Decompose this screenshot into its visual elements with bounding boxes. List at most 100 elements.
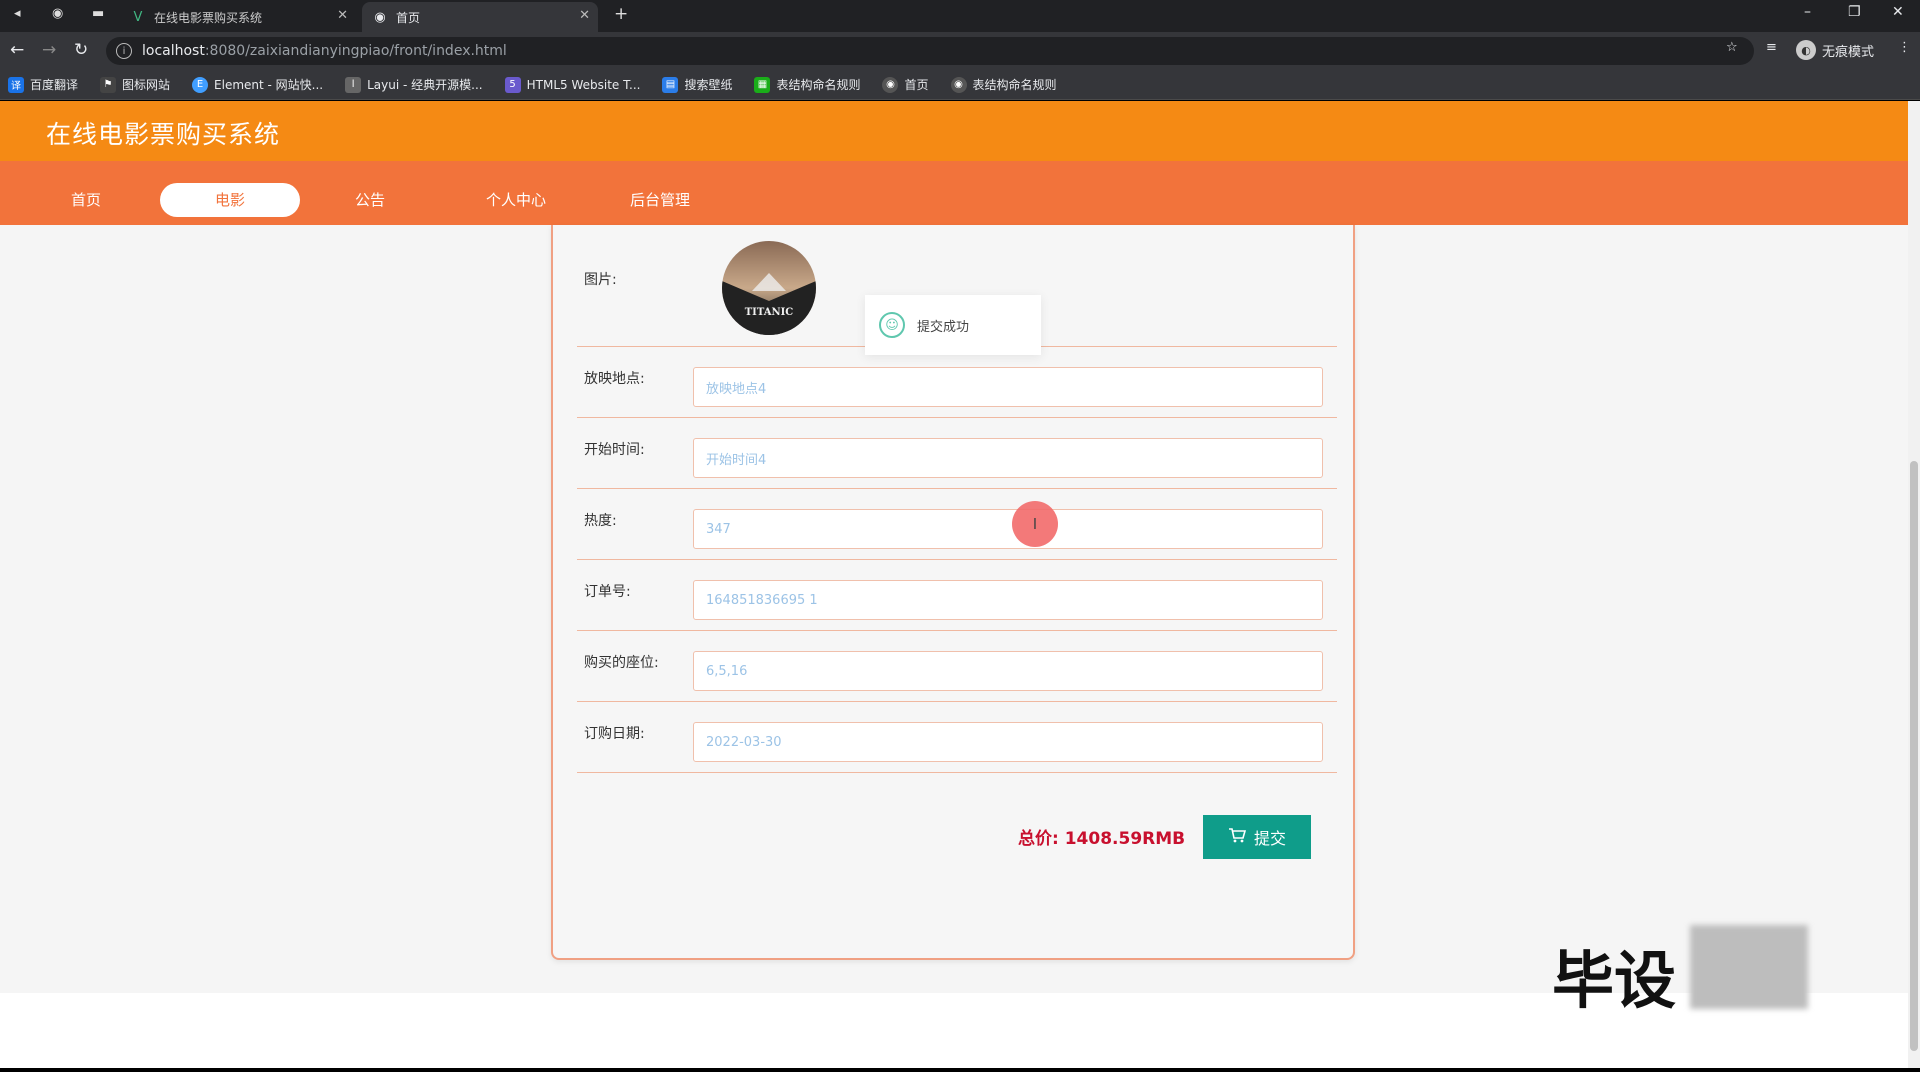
bookmark-label: Element - 网站快... bbox=[214, 78, 324, 92]
success-toast: ☺ 提交成功 bbox=[865, 295, 1041, 355]
submit-label: 提交 bbox=[1253, 831, 1286, 848]
tab-title: 在线电影票购买系统 bbox=[154, 10, 263, 25]
globe-icon[interactable]: ◉ bbox=[52, 6, 63, 21]
element-icon: E bbox=[192, 76, 209, 93]
reload-icon[interactable]: ↻ bbox=[74, 40, 88, 60]
window-icon[interactable]: ▬ bbox=[92, 6, 104, 21]
reading-list-icon[interactable]: ≡ bbox=[1766, 40, 1777, 55]
back-icon[interactable]: ← bbox=[10, 40, 24, 60]
start-time-label: 开始时间: bbox=[584, 442, 645, 458]
close-icon[interactable]: ✕ bbox=[579, 8, 590, 23]
total-price: 总价: 1408.59RMB bbox=[1018, 829, 1186, 849]
location-input[interactable]: 放映地点4 bbox=[693, 367, 1323, 407]
info-icon[interactable]: i bbox=[116, 43, 132, 59]
watermark-blur bbox=[1690, 925, 1808, 1009]
order-date-input[interactable]: 2022-03-30 bbox=[693, 722, 1323, 762]
url-path: :8080/zaixiandianyingpiao/front/index.ht… bbox=[204, 43, 507, 59]
nav-profile[interactable]: 个人中心 bbox=[446, 183, 586, 217]
site-header: 在线电影票购买系统 bbox=[0, 101, 1908, 161]
table-icon: ▦ bbox=[754, 76, 771, 93]
bookmark-item[interactable]: 译百度翻译 bbox=[8, 76, 78, 93]
smile-icon: ☺ bbox=[879, 312, 905, 338]
site-title: 在线电影票购买系统 bbox=[46, 120, 281, 149]
seats-input[interactable]: 6,5,16 bbox=[693, 651, 1323, 691]
bookmark-item[interactable]: E Element - 网站快... bbox=[192, 76, 323, 93]
bookmark-item[interactable]: 5 HTML5 Website T... bbox=[504, 76, 641, 93]
site-nav: 首页 电影 公告 个人中心 后台管理 bbox=[0, 161, 1908, 225]
popularity-label: 热度: bbox=[584, 513, 617, 529]
field-row-order-date: 订购日期: 2022-03-30 bbox=[577, 702, 1337, 773]
vue-icon: V bbox=[133, 9, 143, 25]
order-date-label: 订购日期: bbox=[584, 726, 645, 742]
field-row-popularity: 热度: 347 bbox=[577, 489, 1337, 560]
cart-icon bbox=[1228, 827, 1247, 848]
layui-icon: l bbox=[345, 76, 362, 93]
bookmark-label: HTML5 Website T... bbox=[526, 77, 641, 92]
address-bar[interactable]: i localhost:8080/zaixiandianyingpiao/fro… bbox=[106, 37, 1754, 65]
globe-icon: ◉ bbox=[882, 76, 899, 93]
bookmark-label: 表结构命名规则 bbox=[972, 78, 1057, 92]
page-viewport: 在线电影票购买系统 首页 电影 公告 个人中心 后台管理 图片: TITANIC… bbox=[0, 101, 1908, 1068]
tab-back-icon[interactable]: ◂ bbox=[14, 6, 21, 21]
bookmark-item[interactable]: ▤ 搜索壁纸 bbox=[662, 76, 732, 93]
globe-icon: ◉ bbox=[374, 9, 386, 25]
field-row-seats: 购买的座位: 6,5,16 bbox=[577, 631, 1337, 702]
bookmark-item[interactable]: l Layui - 经典开源模... bbox=[345, 76, 483, 93]
location-label: 放映地点: bbox=[584, 371, 645, 387]
nav-notices[interactable]: 公告 bbox=[300, 183, 440, 217]
cursor-indicator: I bbox=[1012, 501, 1058, 547]
start-time-input[interactable]: 开始时间4 bbox=[693, 438, 1323, 478]
tab-title: 首页 bbox=[396, 10, 421, 25]
seats-label: 购买的座位: bbox=[584, 655, 659, 671]
wallpaper-icon: ▤ bbox=[662, 76, 679, 93]
bookmark-item[interactable]: ⚑ 图标网站 bbox=[100, 76, 170, 93]
close-icon[interactable]: ✕ bbox=[337, 8, 348, 23]
restore-icon[interactable]: ❐ bbox=[1848, 4, 1861, 20]
nav-movies[interactable]: 电影 bbox=[160, 183, 300, 217]
tab-movie-system[interactable]: V 在线电影票购买系统 ✕ bbox=[120, 2, 356, 32]
bookmark-item[interactable]: ◉ 首页 bbox=[882, 76, 929, 93]
bookmark-label: 图标网站 bbox=[122, 78, 171, 92]
forward-icon[interactable]: → bbox=[42, 40, 56, 60]
field-row-start-time: 开始时间: 开始时间4 bbox=[577, 418, 1337, 489]
bookmark-label: 首页 bbox=[904, 78, 929, 92]
main-content: 图片: TITANIC 放映地点: 放映地点4 开始时间: 开始时间4 热度: … bbox=[0, 225, 1908, 993]
minimize-icon[interactable]: – bbox=[1804, 4, 1811, 20]
star-icon[interactable]: ☆ bbox=[1726, 40, 1738, 55]
submit-button[interactable]: 提交 bbox=[1203, 815, 1311, 859]
watermark-text: 毕设 bbox=[1552, 944, 1677, 1017]
nav-admin[interactable]: 后台管理 bbox=[590, 183, 730, 217]
new-tab-icon[interactable]: + bbox=[614, 4, 628, 24]
scrollbar-thumb[interactable] bbox=[1910, 461, 1918, 1051]
bookmark-label: 搜索壁纸 bbox=[684, 78, 733, 92]
menu-icon[interactable]: ⋮ bbox=[1898, 40, 1911, 55]
tab-home[interactable]: ◉ 首页 ✕ bbox=[362, 2, 598, 32]
bookmark-label: 表结构命名规则 bbox=[776, 78, 861, 92]
close-window-icon[interactable]: ✕ bbox=[1892, 4, 1904, 20]
popularity-input[interactable]: 347 bbox=[693, 509, 1323, 549]
bookmark-label: Layui - 经典开源模... bbox=[367, 78, 483, 92]
url-host: localhost bbox=[142, 43, 205, 59]
toast-message: 提交成功 bbox=[917, 319, 970, 335]
order-number-input[interactable]: 164851836695 1 bbox=[693, 580, 1323, 620]
movie-poster: TITANIC bbox=[722, 241, 816, 335]
bookmark-item[interactable]: ▦ 表结构命名规则 bbox=[754, 76, 860, 93]
globe-icon: ◉ bbox=[950, 76, 967, 93]
bookmark-label: 百度翻译 bbox=[30, 78, 79, 92]
bookmarks-bar: 译百度翻译 ⚑ 图标网站 E Element - 网站快... l Layui - 经… bbox=[0, 70, 1920, 100]
incognito-icon: ◐ bbox=[1796, 40, 1816, 60]
order-form-card: 图片: TITANIC 放映地点: 放映地点4 开始时间: 开始时间4 热度: … bbox=[551, 225, 1355, 960]
text-cursor-icon: I bbox=[1032, 515, 1038, 533]
picture-label: 图片: bbox=[584, 272, 617, 288]
bottom-edge bbox=[0, 1068, 1920, 1072]
page-scrollbar[interactable] bbox=[1908, 101, 1920, 1068]
browser-tabstrip: ◂ ◉ ▬ V 在线电影票购买系统 ✕ ◉ 首页 ✕ + – ❐ ✕ bbox=[0, 0, 1920, 32]
nav-home[interactable]: 首页 bbox=[16, 183, 156, 217]
order-number-label: 订单号: bbox=[584, 584, 631, 600]
field-row-location: 放映地点: 放映地点4 bbox=[577, 347, 1337, 418]
profile-label: 无痕模式 bbox=[1822, 44, 1875, 60]
bookmark-item[interactable]: ◉ 表结构命名规则 bbox=[950, 76, 1057, 93]
profile-button[interactable]: ◐ 无痕模式 bbox=[1796, 40, 1874, 60]
html5-icon: 5 bbox=[504, 76, 521, 93]
translate-icon: 译 bbox=[8, 76, 24, 93]
